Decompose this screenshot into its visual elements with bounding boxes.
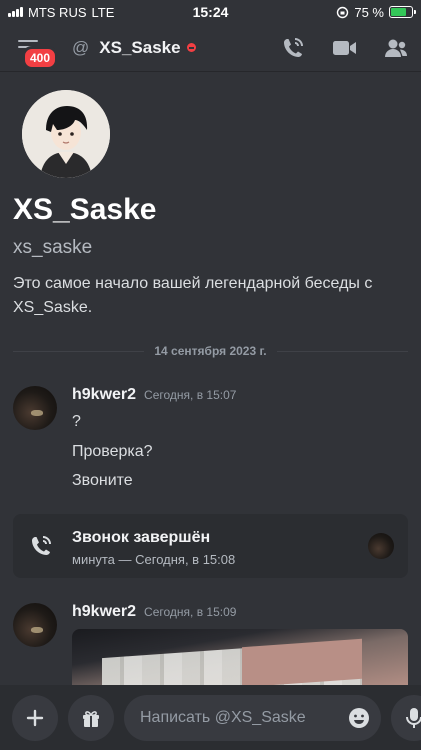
carrier-name: MTS RUS [28,4,87,20]
message-input[interactable] [140,708,347,727]
message-timestamp: Сегодня, в 15:07 [144,388,237,402]
header-actions [281,36,409,60]
phone-call-icon [32,536,51,555]
emoji-icon[interactable] [347,706,371,730]
profile-display-name: XS_Saske [13,193,157,226]
attachment-image-content [242,638,362,688]
date-divider: 14 сентября 2023 г. [13,343,408,359]
message-composer [0,685,421,750]
plus-icon [26,709,44,726]
divider-line-left [13,350,145,352]
call-ended-card[interactable]: Звонок завершён минута — Сегодня, в 15:0… [13,514,408,578]
call-title: Звонок завершён [72,529,211,546]
message-author[interactable]: h9kwer2 [72,603,136,621]
message-timestamp: Сегодня, в 15:09 [144,605,237,619]
notification-badge: 400 [22,45,59,70]
status-right: 75 % [263,4,416,20]
call-participant-avatar [368,533,394,559]
avatar[interactable] [13,386,57,430]
avatar-illustration [22,90,110,178]
dm-header: 400 @ XS_Saske [0,24,421,72]
orientation-lock-icon [337,6,349,18]
message-header: h9kwer2 Сегодня, в 15:07 [72,386,236,404]
menu-button[interactable]: 400 [12,28,59,70]
message-text[interactable]: Проверка? [72,443,153,461]
profile-username: xs_saske [13,237,93,258]
voice-message-button[interactable] [391,694,421,741]
phone-call-icon[interactable] [281,36,305,60]
gift-button[interactable] [68,694,114,741]
microphone-icon [406,707,421,728]
dnd-status-icon [186,43,196,52]
battery-fill [391,8,406,16]
dm-title[interactable]: XS_Saske [99,38,180,58]
message-text[interactable]: Звоните [72,472,133,490]
status-time: 15:24 [192,4,229,20]
signal-icon [8,7,23,17]
message-author[interactable]: h9kwer2 [72,386,136,404]
message-input-wrapper [124,694,381,741]
conversation-intro-text: Это самое начало вашей легендарной бесед… [13,275,373,316]
date-divider-text: 14 сентября 2023 г. [154,344,267,358]
status-bar: MTS RUS LTE 15:24 75 % [0,0,421,24]
at-symbol: @ [72,37,90,57]
battery-icon [389,6,416,18]
message-group: h9kwer2 Сегодня, в 15:07 ? Проверка? Зво… [13,386,408,496]
message-header: h9kwer2 Сегодня, в 15:09 [72,603,236,621]
network-type: LTE [91,4,115,20]
divider-line-right [276,350,408,352]
gift-icon [83,710,99,727]
attach-button[interactable] [12,694,58,741]
members-icon[interactable] [383,36,409,60]
profile-avatar[interactable] [22,90,110,178]
status-left: MTS RUS LTE [8,5,158,20]
call-subtitle: минута — Сегодня, в 15:08 [72,552,236,567]
message-text[interactable]: ? [72,413,81,431]
avatar[interactable] [13,603,57,647]
image-attachment[interactable] [72,629,408,689]
battery-percent: 75 % [354,4,384,20]
video-camera-icon[interactable] [331,36,357,60]
